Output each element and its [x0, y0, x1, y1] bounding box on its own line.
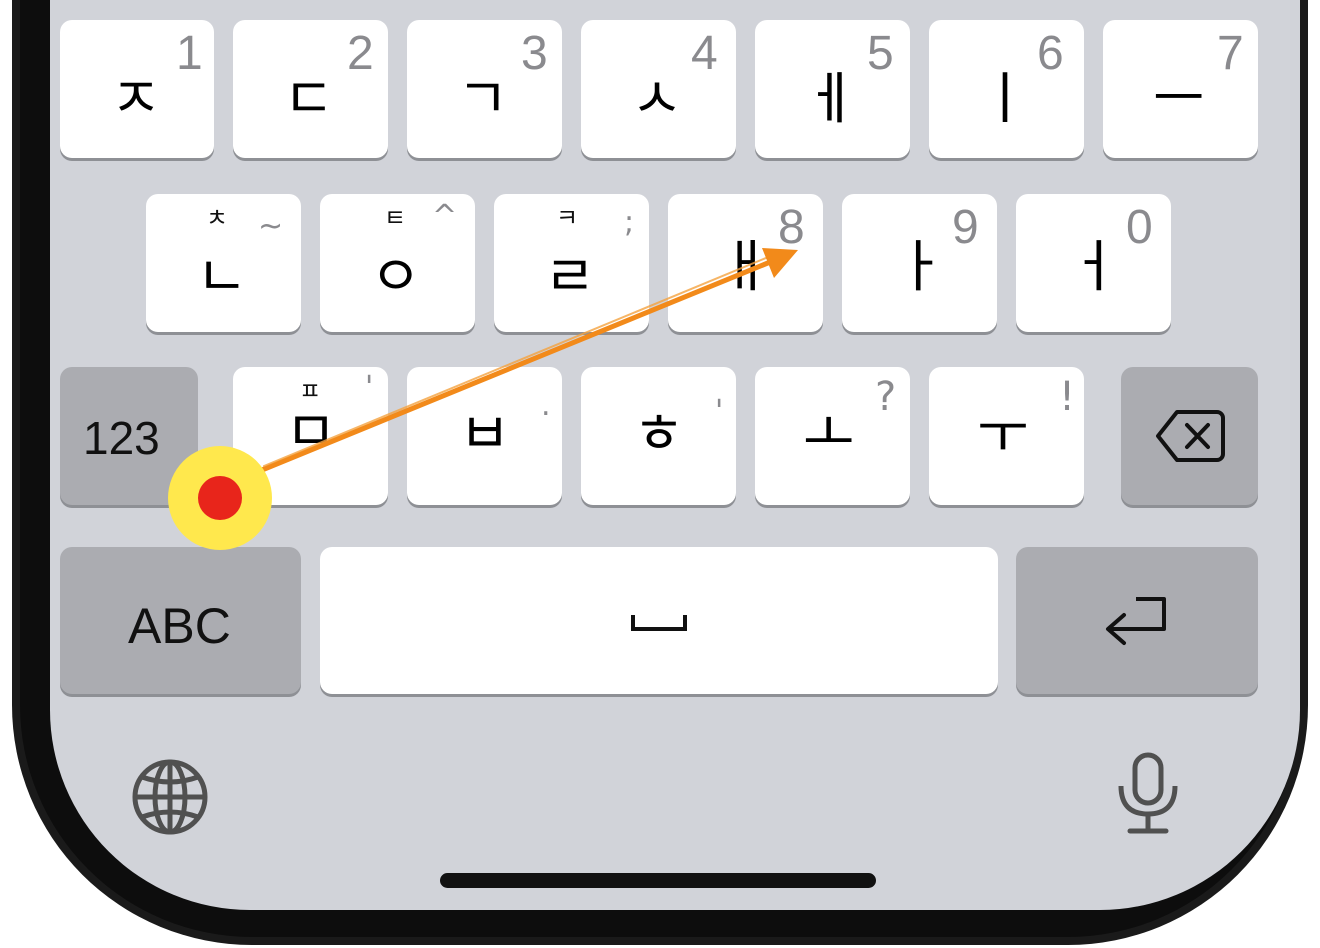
key-n-label: ㄴ	[196, 245, 248, 310]
key-ae-number: 8	[778, 201, 805, 254]
key-u-label: ㅜ	[977, 402, 1029, 467]
key-eo-label: ㅓ	[1068, 235, 1120, 300]
key-d-number: 2	[347, 27, 374, 80]
abc-key-label: ABC	[128, 598, 231, 654]
key-n-secondary: ㅊ	[206, 204, 229, 232]
delete-key[interactable]	[1121, 367, 1258, 505]
key-d-label: ㄷ	[283, 67, 335, 132]
key-a[interactable]: ㅏ 9	[842, 194, 997, 332]
key-e[interactable]: ㅔ 5	[755, 20, 910, 158]
numbers-key[interactable]: 123	[60, 367, 198, 505]
key-n[interactable]: ㅊ ~ ㄴ	[146, 194, 301, 332]
key-s-number: 4	[691, 27, 718, 80]
key-h[interactable]: ' ㅎ	[581, 367, 736, 505]
key-eu-label: ㅡ	[1153, 67, 1205, 132]
key-o-symbol: ?	[875, 374, 897, 420]
key-eo[interactable]: ㅓ 0	[1016, 194, 1171, 332]
key-b-label: ㅂ	[459, 402, 511, 467]
key-i[interactable]: ㅣ 6	[929, 20, 1084, 158]
numbers-key-label: 123	[83, 412, 160, 464]
key-s[interactable]: ㅅ 4	[581, 20, 736, 158]
key-eo-number: 0	[1126, 201, 1153, 254]
key-o-label: ㅗ	[803, 402, 855, 467]
key-u-symbol: !	[1059, 374, 1076, 420]
key-h-label: ㅎ	[633, 402, 685, 467]
key-g-number: 3	[521, 27, 548, 80]
return-key[interactable]	[1016, 547, 1258, 694]
key-g[interactable]: ㄱ 3	[407, 20, 562, 158]
home-indicator[interactable]	[440, 873, 876, 888]
abc-key[interactable]: ABC	[60, 547, 301, 694]
key-d[interactable]: ㄷ 2	[233, 20, 388, 158]
key-g-label: ㄱ	[457, 67, 509, 132]
key-e-label: ㅔ	[805, 67, 857, 132]
key-j[interactable]: ㅈ 1	[60, 20, 214, 158]
key-u[interactable]: ! ㅜ	[929, 367, 1084, 505]
key-e-number: 5	[867, 27, 894, 80]
key-b-symbol: .	[541, 388, 551, 423]
space-key[interactable]	[320, 547, 998, 694]
key-ng-symbol: ^	[432, 199, 458, 234]
key-i-number: 6	[1037, 27, 1064, 80]
key-ae[interactable]: ㅐ 8	[668, 194, 823, 332]
key-ae-label: ㅐ	[720, 235, 772, 300]
key-n-symbol: ~	[258, 209, 284, 244]
key-o[interactable]: ? ㅗ	[755, 367, 910, 505]
key-j-number: 1	[176, 27, 203, 80]
key-m-symbol: '	[365, 370, 374, 405]
key-eu[interactable]: ㅡ 7	[1103, 20, 1258, 158]
key-r-symbol: ;	[624, 205, 635, 240]
key-r-label: ㄹ	[544, 245, 596, 310]
key-b[interactable]: . ㅂ	[407, 367, 562, 505]
key-j-label: ㅈ	[110, 67, 162, 132]
key-ng[interactable]: ㅌ ^ ㅇ	[320, 194, 475, 332]
key-eu-number: 7	[1217, 27, 1244, 80]
microphone-icon[interactable]	[1116, 752, 1180, 836]
key-h-symbol: '	[715, 394, 724, 429]
key-ng-label: ㅇ	[370, 245, 422, 310]
key-r[interactable]: ㅋ ; ㄹ	[494, 194, 649, 332]
key-m-label: ㅁ	[285, 400, 337, 465]
key-i-label: ㅣ	[979, 67, 1031, 132]
delete-backspace-icon	[1156, 410, 1225, 462]
key-ng-secondary: ㅌ	[384, 204, 407, 232]
key-s-label: ㅅ	[631, 67, 683, 132]
globe-icon[interactable]	[130, 757, 210, 837]
key-r-secondary: ㅋ	[556, 204, 579, 232]
space-icon	[631, 615, 687, 631]
key-a-label: ㅏ	[894, 235, 946, 300]
key-a-number: 9	[952, 201, 979, 254]
return-arrow-icon	[1106, 597, 1166, 645]
key-m[interactable]: ㅍ ' ㅁ	[233, 367, 388, 505]
device-frame: ㅈ 1 ㄷ 2 ㄱ 3 ㅅ 4 ㅔ 5 ㅣ 6 ㅡ 7 ㅊ ~ ㄴ ㅌ ^ ㅇ …	[0, 0, 1320, 948]
